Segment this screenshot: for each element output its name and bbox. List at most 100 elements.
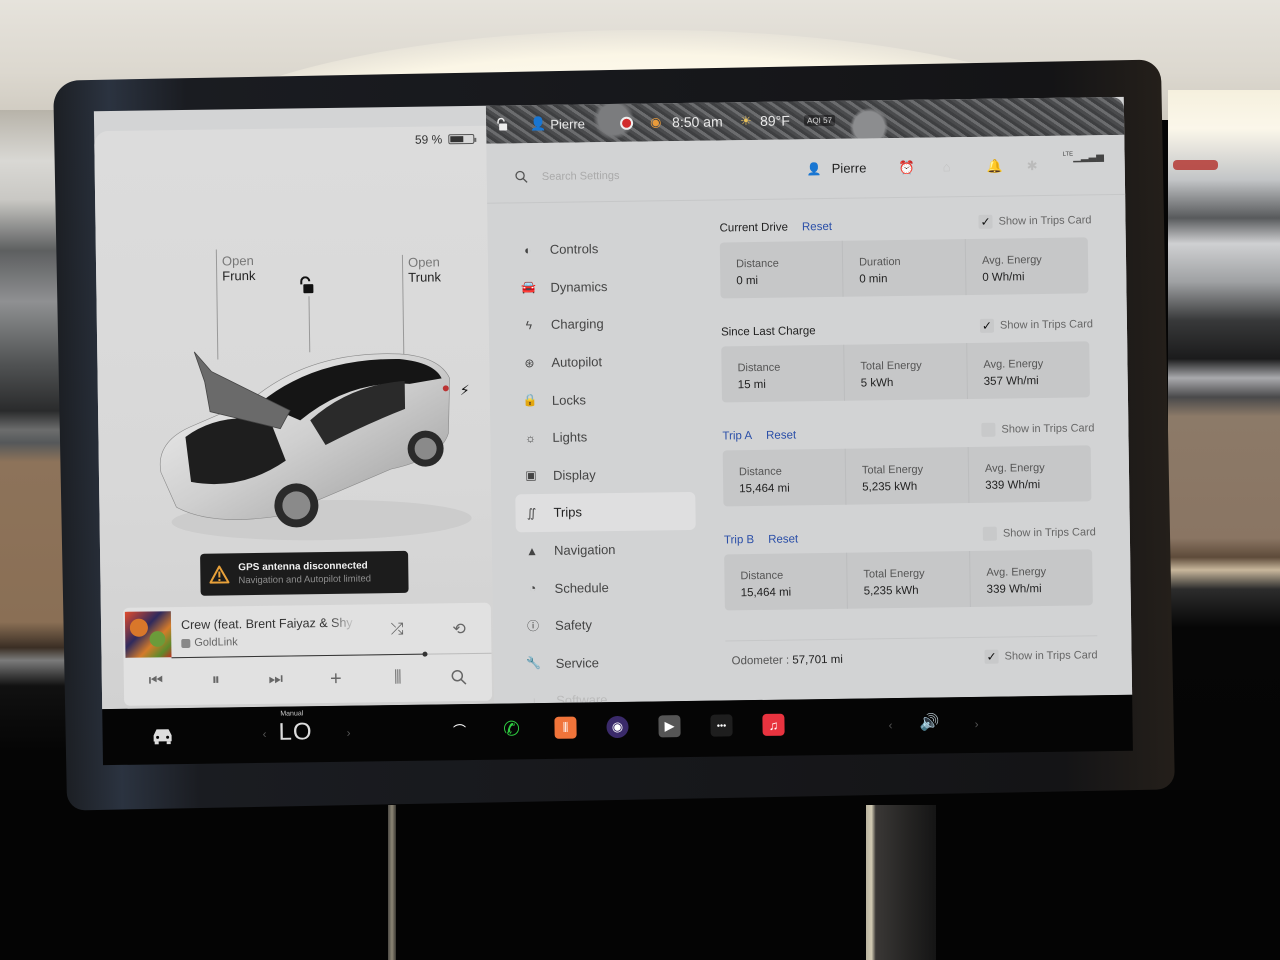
add-icon[interactable]: + bbox=[324, 667, 348, 691]
lock-status-icon[interactable] bbox=[496, 117, 508, 131]
trip-title[interactable]: Trip A bbox=[722, 430, 752, 442]
bluetooth-icon[interactable]: ✱ bbox=[1027, 158, 1038, 174]
navigation-arrow-icon: ▲ bbox=[526, 543, 539, 558]
stat-value: 339 Wh/mi bbox=[986, 583, 1042, 596]
clock: 8:50 am bbox=[671, 113, 723, 131]
wiper-icon[interactable]: ⌒ bbox=[448, 718, 470, 740]
album-art[interactable] bbox=[124, 611, 172, 658]
equalizer-icon[interactable]: ⫼ bbox=[386, 666, 410, 690]
more-apps-icon[interactable]: ••• bbox=[710, 714, 733, 737]
next-track-icon[interactable]: ⏭ bbox=[264, 668, 288, 692]
charge-port-icon[interactable]: ⚡ bbox=[460, 382, 470, 399]
alarm-clock-icon[interactable]: ⏰ bbox=[899, 160, 915, 176]
dashboard-right bbox=[1168, 90, 1280, 730]
show-in-trips-card-toggle[interactable]: ✓ Show in Trips Card bbox=[984, 648, 1098, 664]
sidebar-item-trips[interactable]: ∬ Trips bbox=[515, 492, 696, 533]
gps-alert-toast[interactable]: GPS antenna disconnected Navigation and … bbox=[200, 550, 409, 596]
checkbox-unchecked[interactable] bbox=[982, 526, 998, 541]
battery-icon bbox=[448, 133, 475, 145]
trip-section-since-last-charge: Since Last Charge ✓ Show in Trips Card D… bbox=[721, 317, 1094, 426]
volume-down-chevron[interactable]: ‹ bbox=[888, 718, 892, 732]
song-title: Crew (feat. Brent Faiyaz & Shy Glizzy) bbox=[180, 615, 356, 633]
sidebar-item-schedule[interactable]: ◔ Schedule bbox=[516, 567, 697, 607]
temp-up-chevron[interactable]: › bbox=[346, 726, 350, 740]
settings-search[interactable]: Search Settings bbox=[515, 169, 620, 183]
sidebar-item-label: Controls bbox=[549, 241, 599, 258]
sidebar-item-safety[interactable]: ⓘ Safety bbox=[517, 605, 698, 645]
trip-stats-card: Distance 0 mi Duration 0 min Avg. Energy… bbox=[719, 237, 1089, 299]
header-profile-button[interactable]: 👤 Pierre bbox=[807, 160, 867, 176]
music-icon[interactable]: ♫ bbox=[762, 713, 785, 736]
sidebar-item-label: Dynamics bbox=[550, 278, 608, 295]
trip-stat: Avg. Energy 357 Wh/mi bbox=[967, 341, 1090, 399]
show-in-trips-card-toggle[interactable]: Show in Trips Card bbox=[982, 525, 1096, 541]
previous-track-icon[interactable]: ⏮ bbox=[144, 669, 168, 693]
search-input[interactable]: Search Settings bbox=[542, 169, 620, 182]
checkbox-unchecked[interactable] bbox=[981, 422, 996, 437]
reset-button[interactable]: Reset bbox=[768, 533, 798, 545]
stat-label: Total Energy bbox=[863, 567, 925, 581]
song-artist: GoldLink bbox=[181, 636, 238, 649]
notification-bell-icon[interactable]: 🔔 bbox=[987, 159, 1003, 175]
checkbox-checked[interactable]: ✓ bbox=[978, 214, 993, 229]
trips-icon: ∬ bbox=[526, 506, 537, 521]
climate-temperature[interactable]: LO bbox=[278, 718, 312, 746]
checkbox-checked[interactable]: ✓ bbox=[984, 649, 999, 664]
camera-icon[interactable]: ◉ bbox=[606, 715, 629, 739]
trips-content: Current Drive Reset ✓ Show in Trips Card … bbox=[719, 213, 1098, 681]
volume-up-chevron[interactable]: › bbox=[974, 717, 978, 731]
temp-down-chevron[interactable]: ‹ bbox=[262, 727, 266, 741]
sidebar-item-label: Trips bbox=[553, 504, 583, 521]
show-in-trips-card-toggle[interactable]: ✓ Show in Trips Card bbox=[979, 317, 1093, 333]
sidebar-item-navigation[interactable]: ▲ Navigation bbox=[516, 530, 697, 570]
shuffle-icon[interactable]: ⤮ bbox=[385, 618, 409, 642]
sun-icon: ☼ bbox=[524, 430, 537, 445]
track-progress-bar[interactable] bbox=[171, 651, 492, 659]
checkbox-checked[interactable]: ✓ bbox=[979, 318, 995, 333]
sidebar-item-autopilot[interactable]: ⊛ Autopilot bbox=[513, 342, 694, 382]
sidebar-item-controls[interactable]: ◐ Controls bbox=[512, 229, 693, 269]
repeat-icon[interactable]: ⟲ bbox=[447, 617, 471, 641]
trip-stat: Duration 0 min bbox=[842, 239, 967, 297]
show-in-trips-card-label: Show in Trips Card bbox=[1001, 422, 1095, 436]
open-trunk-button[interactable]: Open Trunk bbox=[408, 254, 441, 284]
trip-stat: Avg. Energy 339 Wh/mi bbox=[970, 549, 1093, 607]
speaker-volume-icon[interactable]: 🔊 bbox=[918, 711, 940, 733]
show-in-trips-card-toggle[interactable]: ✓ Show in Trips Card bbox=[978, 213, 1092, 229]
sidebar-item-charging[interactable]: ϟ Charging bbox=[513, 304, 694, 344]
homelink-icon[interactable]: ⌂ bbox=[943, 159, 951, 174]
show-in-trips-card-toggle[interactable]: Show in Trips Card bbox=[981, 421, 1094, 437]
sidebar-item-service[interactable]: 🔧 Service bbox=[517, 642, 698, 682]
stat-value: 0 Wh/mi bbox=[982, 271, 1025, 284]
sidebar-item-locks[interactable]: 🔒 Locks bbox=[514, 379, 695, 419]
sidebar-item-label: Safety bbox=[554, 617, 593, 634]
reset-button[interactable]: Reset bbox=[766, 429, 796, 441]
trip-header: Trip A Reset bbox=[722, 429, 796, 442]
trip-header: Since Last Charge bbox=[721, 325, 816, 338]
stat-value: 357 Wh/mi bbox=[983, 375, 1039, 388]
track-scrubber-handle[interactable] bbox=[422, 651, 428, 657]
sidebar-item-lights[interactable]: ☼ Lights bbox=[514, 417, 695, 457]
voice-recorder-icon[interactable]: ⦀ bbox=[554, 716, 577, 739]
theater-icon[interactable]: ▶ bbox=[658, 715, 681, 738]
open-frunk-button[interactable]: Open Frunk bbox=[222, 253, 256, 283]
settings-header: Search Settings 👤 Pierre ⏰ ⌂ 🔔 ✱ LTE▁▂▃▅ bbox=[486, 134, 1126, 204]
odometer-row: Odometer : 57,701 mi ✓ Show in Trips Car… bbox=[725, 635, 1098, 681]
car-controls-icon[interactable] bbox=[150, 726, 174, 745]
stat-value: 5,235 kWh bbox=[863, 584, 919, 598]
phone-icon[interactable]: ✆ bbox=[500, 717, 522, 740]
status-profile[interactable]: 👤 Pierre bbox=[530, 115, 585, 132]
sidebar-item-dynamics[interactable]: 🚘 Dynamics bbox=[512, 266, 693, 306]
sentry-icon[interactable]: ◉ bbox=[650, 114, 662, 130]
trip-stat: Avg. Energy 0 Wh/mi bbox=[966, 237, 1089, 295]
odometer: Odometer : 57,701 mi bbox=[732, 654, 843, 668]
unlocked-padlock-icon[interactable] bbox=[298, 276, 314, 294]
dashcam-record-icon[interactable] bbox=[619, 116, 634, 130]
media-search-icon[interactable] bbox=[447, 665, 471, 689]
reset-button[interactable]: Reset bbox=[802, 221, 832, 233]
sidebar-item-display[interactable]: ▣ Display bbox=[515, 454, 696, 494]
settings-nav: ◐ Controls 🚘 Dynamics ϟ Charging ⊛ Autopilot 🔒 Lo… bbox=[512, 229, 699, 720]
pause-icon[interactable]: ⏸ bbox=[204, 668, 228, 692]
aqi-value: AQI 57 bbox=[803, 114, 836, 126]
trip-title[interactable]: Trip B bbox=[724, 534, 754, 546]
